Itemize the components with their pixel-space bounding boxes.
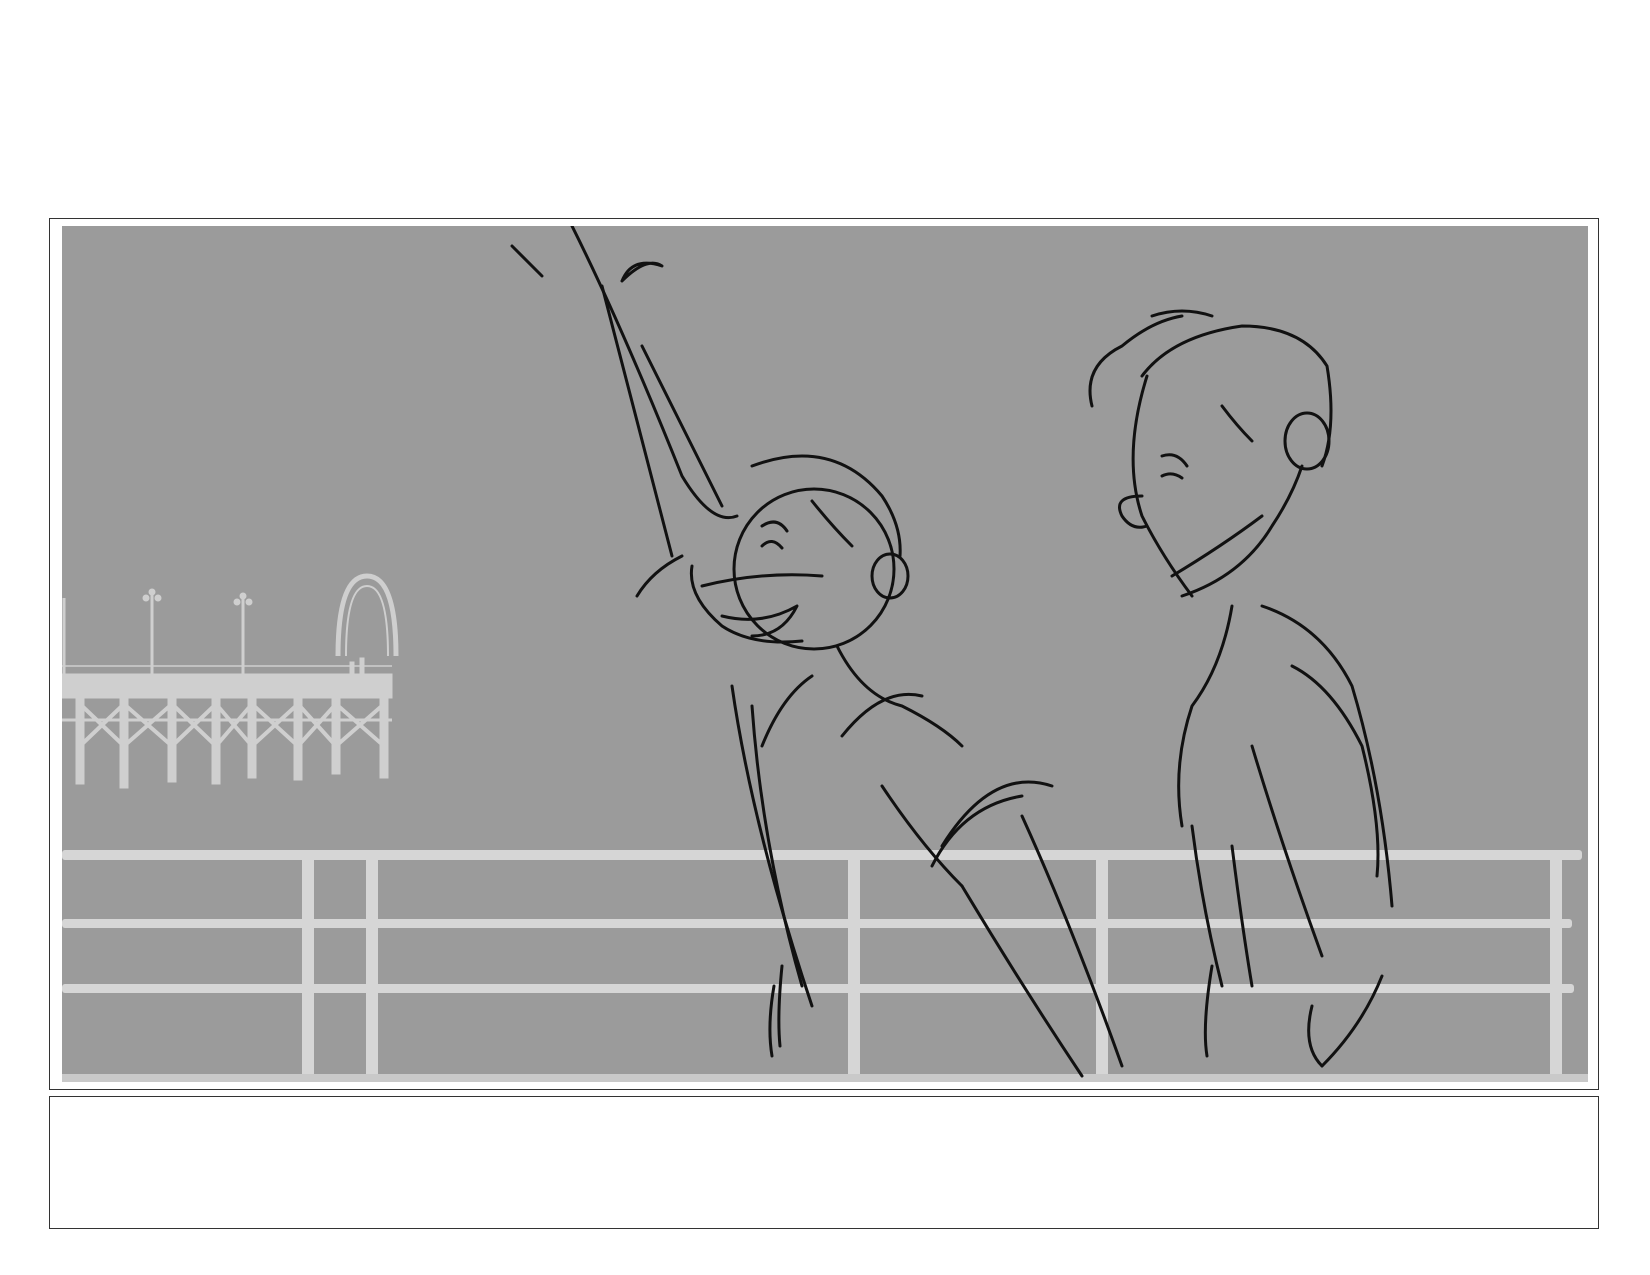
storyboard-caption-box xyxy=(49,1096,1599,1229)
panel-background xyxy=(62,226,1588,1082)
storyboard-panel-image xyxy=(62,226,1588,1082)
